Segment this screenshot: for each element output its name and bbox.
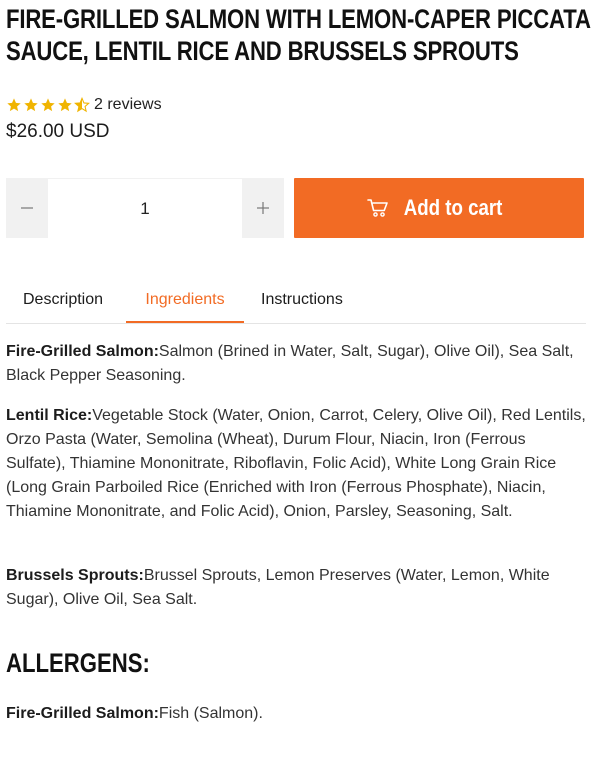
ingredient-salmon: Fire-Grilled Salmon:Salmon (Brined in Wa… [6, 340, 588, 388]
star-icon [7, 98, 21, 112]
tab-instructions[interactable]: Instructions [261, 282, 343, 322]
allergen-name: Fire-Grilled Salmon: [6, 705, 159, 722]
quantity-input[interactable] [48, 179, 242, 239]
add-to-cart-label: Add to cart [403, 195, 503, 220]
ingredient-lentil-rice: Lentil Rice:Vegetable Stock (Water, Onio… [6, 404, 588, 524]
quantity-decrease-button[interactable] [6, 178, 48, 238]
ingredient-brussels-sprouts: Brussels Sprouts:Brussel Sprouts, Lemon … [6, 564, 588, 612]
ingredient-name: Lentil Rice: [6, 407, 93, 424]
tab-ingredients[interactable]: Ingredients [126, 282, 244, 323]
star-icon [41, 98, 55, 112]
add-to-cart-button[interactable]: Add to cart [294, 178, 584, 238]
quantity-increase-button[interactable] [242, 178, 284, 238]
product-title: FIRE-GRILLED SALMON WITH LEMON-CAPER PIC… [6, 4, 590, 66]
product-rating[interactable]: 2 reviews [6, 95, 162, 115]
product-tabs: Description Ingredients Instructions [6, 282, 586, 324]
star-rating [6, 97, 91, 113]
quantity-stepper [6, 178, 284, 239]
product-price: $26.00 USD [6, 121, 110, 142]
cart-icon [367, 199, 388, 217]
product-page: FIRE-GRILLED SALMON WITH LEMON-CAPER PIC… [0, 0, 593, 770]
ingredient-text: Vegetable Stock (Water, Onion, Carrot, C… [6, 407, 586, 520]
star-icon [58, 98, 72, 112]
reviews-count[interactable]: 2 reviews [94, 96, 162, 114]
allergens-heading: ALLERGENS: [6, 648, 150, 678]
ingredient-name: Fire-Grilled Salmon: [6, 343, 159, 360]
allergen-salmon: Fire-Grilled Salmon:Fish (Salmon). [6, 702, 588, 726]
star-icon [24, 98, 38, 112]
minus-icon [21, 207, 33, 209]
tab-description[interactable]: Description [23, 282, 103, 322]
plus-icon [257, 202, 269, 214]
allergen-text: Fish (Salmon). [158, 705, 263, 722]
half-star-icon [74, 97, 90, 113]
ingredient-name: Brussels Sprouts: [6, 567, 144, 584]
